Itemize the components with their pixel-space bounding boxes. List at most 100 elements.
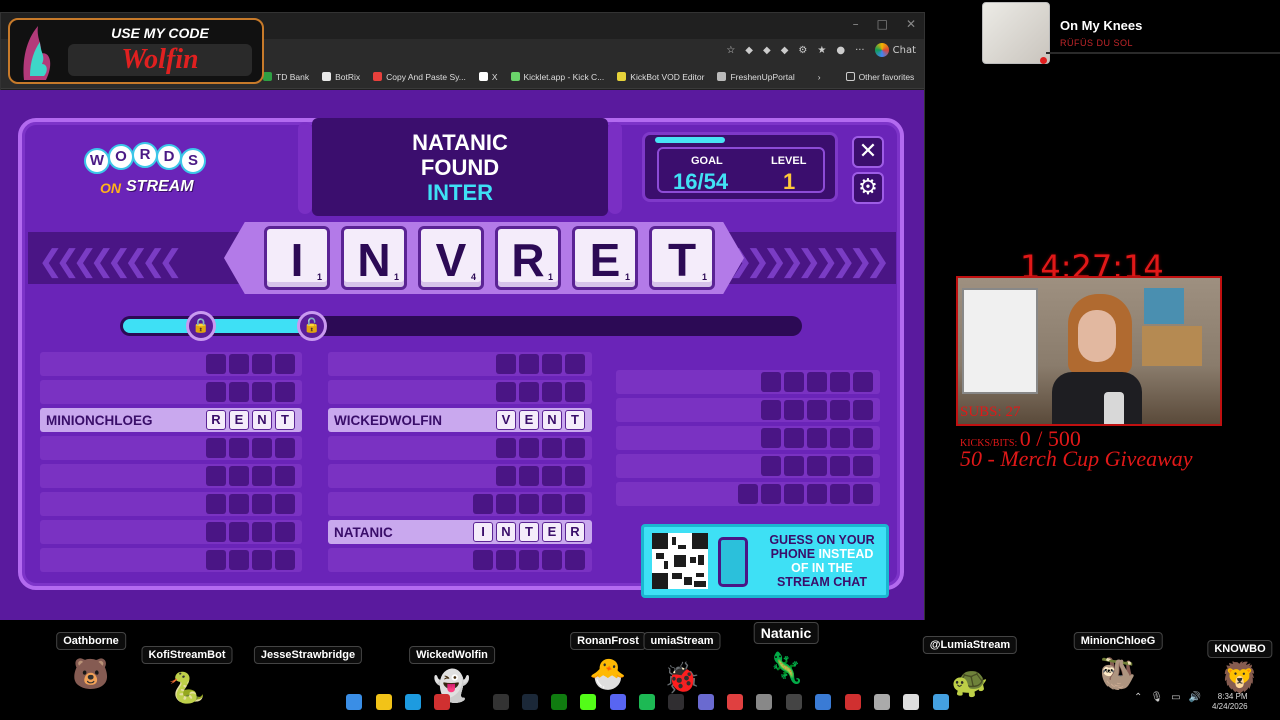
bookmark-item[interactable]: Kicklet.app - Kick C... xyxy=(510,72,604,82)
letter-tile[interactable]: E1 xyxy=(572,226,638,290)
kick-icon[interactable] xyxy=(580,694,596,710)
app-icon[interactable] xyxy=(815,694,831,710)
volume-icon[interactable]: 🔊 xyxy=(1189,692,1201,703)
obs-icon[interactable] xyxy=(668,694,684,710)
sticky-notes-icon[interactable] xyxy=(376,694,392,710)
app-icon[interactable] xyxy=(874,694,890,710)
app-icon[interactable] xyxy=(845,694,861,710)
bookmark-item[interactable]: BotRix xyxy=(322,72,360,82)
letter-slot xyxy=(206,550,226,570)
mic-icon[interactable]: 🎙 xyxy=(1150,692,1163,703)
bookmark-item[interactable]: X xyxy=(478,72,498,82)
network-icon[interactable]: ▭ xyxy=(1171,692,1180,703)
now-playing-title: On My Knees xyxy=(1060,18,1143,33)
extensions-icon[interactable]: ⚙ xyxy=(798,45,807,56)
letter-tile[interactable]: T1 xyxy=(649,226,715,290)
word-row xyxy=(328,436,592,460)
letter-slot xyxy=(252,354,272,374)
extension-icon[interactable]: ◆ xyxy=(781,45,789,56)
steam-icon[interactable] xyxy=(522,694,538,710)
settings-gear-button[interactable]: ⚙ xyxy=(852,172,884,204)
maximize-icon[interactable]: □ xyxy=(877,17,888,31)
app-icon[interactable] xyxy=(698,694,714,710)
more-icon[interactable]: ··· xyxy=(855,45,865,56)
pin-icon[interactable] xyxy=(727,694,743,710)
app-icon[interactable] xyxy=(756,694,772,710)
letter-slot xyxy=(473,550,493,570)
letter-slot xyxy=(565,354,585,374)
bookmark-label: Copy And Paste Sy... xyxy=(386,71,466,82)
word-row xyxy=(40,492,302,516)
copilot-icon[interactable] xyxy=(903,694,919,710)
tile-points: 1 xyxy=(624,272,630,282)
extension-icon[interactable]: ◆ xyxy=(763,45,771,56)
system-tray: ⌃ 🎙 ▭ 🔊 xyxy=(1134,692,1201,703)
qr-code-icon[interactable] xyxy=(652,533,708,589)
letter-slot xyxy=(519,494,539,514)
close-window-icon[interactable]: ✕ xyxy=(906,17,916,31)
bookmark-item[interactable]: FreshenUpPortal xyxy=(717,72,795,82)
favorites-icon[interactable]: ★ xyxy=(817,45,826,56)
qr-line3: OF IN THE xyxy=(791,561,853,575)
goal-value: 16/54 xyxy=(673,169,729,194)
microphone xyxy=(1104,392,1124,424)
windows-start-icon[interactable] xyxy=(346,694,362,710)
streamer xyxy=(1048,294,1142,424)
window-controls: – □ ✕ xyxy=(853,17,916,31)
found-message: NATANIC FOUND INTER xyxy=(312,130,608,205)
letter-slot xyxy=(473,494,493,514)
profile-icon[interactable]: ● xyxy=(836,45,845,56)
letter-tile[interactable]: N1 xyxy=(341,226,407,290)
letter-slot xyxy=(830,400,850,420)
spotify-icon[interactable] xyxy=(639,694,655,710)
letter-slot xyxy=(206,522,226,542)
discord-icon[interactable] xyxy=(610,694,626,710)
letter-tile[interactable]: I1 xyxy=(264,226,330,290)
letter-slot xyxy=(761,456,781,476)
letter-slot: E xyxy=(229,410,249,430)
bookmark-item[interactable]: TD Bank xyxy=(263,72,309,82)
qr-line4: STREAM CHAT xyxy=(776,575,868,589)
minimize-icon[interactable]: – xyxy=(853,17,859,31)
letter-slot xyxy=(542,438,562,458)
letter-slot: V xyxy=(496,410,516,430)
other-favorites[interactable]: Other favorites xyxy=(845,72,914,82)
qr-line2: PHONE xyxy=(770,547,816,561)
bookmarks-overflow-chevron-icon[interactable]: › xyxy=(818,72,821,82)
epic-games-icon[interactable] xyxy=(493,694,509,710)
cam-desk xyxy=(1142,326,1202,366)
word-row xyxy=(40,548,302,572)
copilot-chat-button[interactable]: Chat xyxy=(874,43,916,57)
letter-slot xyxy=(519,550,539,570)
tile-points: 1 xyxy=(701,272,707,282)
notepad-icon[interactable] xyxy=(933,694,949,710)
letter-slot xyxy=(229,522,249,542)
word-row xyxy=(328,548,592,572)
xbox-icon[interactable] xyxy=(551,694,567,710)
chat-label: Chat xyxy=(892,44,916,56)
favorite-star-icon[interactable]: ☆ xyxy=(726,45,735,56)
extension-icon[interactable]: ◆ xyxy=(745,45,753,56)
word-row xyxy=(40,436,302,460)
browser-toolbar: ☆ ◆ ◆ ◆ ⚙ ★ ● ··· Chat xyxy=(726,43,916,57)
avatar-icon: 🦎 xyxy=(767,651,805,686)
letter-slot xyxy=(761,484,781,504)
edge-icon[interactable] xyxy=(405,694,421,710)
letter-slot xyxy=(830,456,850,476)
logo-letter: O xyxy=(108,144,134,170)
letter-slot xyxy=(830,372,850,392)
letter-tile[interactable]: R1 xyxy=(495,226,561,290)
vpn-icon[interactable] xyxy=(434,694,450,710)
app-icon[interactable] xyxy=(786,694,802,710)
bookmark-item[interactable]: KickBot VOD Editor xyxy=(617,72,704,82)
bookmark-item[interactable]: Copy And Paste Sy... xyxy=(373,72,466,82)
qr-promo[interactable]: GUESS ON YOUR PHONE INSTEAD OF IN THE ST… xyxy=(641,524,889,598)
letter-slot xyxy=(784,428,804,448)
taskbar-clock[interactable]: 8:34 PM 4/24/2026 xyxy=(1212,692,1248,712)
chevron-up-icon[interactable]: ⌃ xyxy=(1134,692,1142,703)
letter-slot xyxy=(252,494,272,514)
close-game-button[interactable]: ✕ xyxy=(852,136,884,168)
bookmark-label: BotRix xyxy=(335,71,361,82)
letter-slot xyxy=(807,484,827,504)
letter-tile[interactable]: V4 xyxy=(418,226,484,290)
